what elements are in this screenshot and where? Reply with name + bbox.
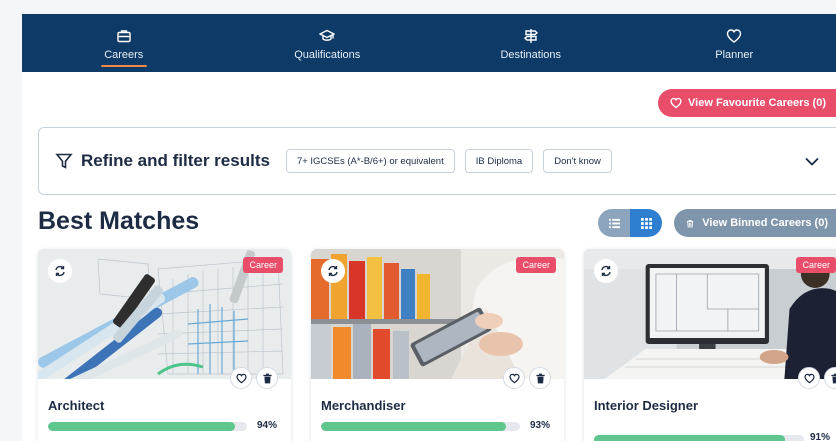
trash-icon xyxy=(535,373,545,383)
nav-tab-planner[interactable]: Planner xyxy=(633,14,836,72)
match-percent: 93% xyxy=(530,420,551,431)
career-badge: Career xyxy=(516,257,556,273)
refresh-icon xyxy=(328,265,338,277)
list-view-button[interactable] xyxy=(598,209,630,237)
card-image: Career xyxy=(584,249,836,379)
nav-tab-label: Qualifications xyxy=(294,48,361,61)
funnel-icon xyxy=(55,153,73,169)
graduation-cap-icon xyxy=(319,29,336,41)
list-icon xyxy=(608,218,620,228)
chevron-down-icon[interactable] xyxy=(803,152,821,170)
match-bar xyxy=(48,422,247,431)
trash-icon xyxy=(262,373,272,383)
match-percent: 91% xyxy=(810,432,831,441)
career-card-architect[interactable]: Career Architect 94% xyxy=(38,249,291,441)
card-title: Interior Designer xyxy=(594,398,699,413)
binned-label: View Binned Careers (0) xyxy=(702,217,828,229)
favourite-button[interactable] xyxy=(798,367,820,389)
nav-tab-careers[interactable]: Careers xyxy=(22,14,226,72)
swap-button[interactable] xyxy=(321,259,345,283)
heart-icon xyxy=(235,373,247,383)
career-badge: Career xyxy=(796,257,836,273)
signpost-icon xyxy=(523,28,538,43)
nav-tab-label: Destinations xyxy=(500,48,562,61)
filter-chip[interactable]: IB Diploma xyxy=(464,149,534,173)
view-toggle xyxy=(598,209,662,237)
swap-button[interactable] xyxy=(48,259,72,283)
filter-title: Refine and filter results xyxy=(81,151,270,170)
trash-icon xyxy=(687,219,694,227)
filter-chip[interactable]: 7+ IGCSEs (A*-B/6+) or equivalent xyxy=(285,149,455,173)
briefcase-icon xyxy=(117,29,131,42)
filter-panel: Refine and filter results 7+ IGCSEs (A*-… xyxy=(38,127,836,195)
nav-tab-label: Careers xyxy=(104,48,144,61)
favourites-label: View Favourite Careers (0) xyxy=(688,97,826,109)
section-title: Best Matches xyxy=(38,207,200,235)
main-nav: Careers Qualifications Destinations Plan… xyxy=(22,14,836,72)
match-bar-fill xyxy=(321,422,507,431)
bin-button[interactable] xyxy=(529,367,551,389)
refresh-icon xyxy=(601,265,611,277)
match-bar xyxy=(321,422,520,431)
refresh-icon xyxy=(55,265,65,277)
heart-icon xyxy=(803,373,815,383)
view-favourite-careers-button[interactable]: View Favourite Careers (0) xyxy=(658,89,836,117)
app-frame: Careers Qualifications Destinations Plan… xyxy=(22,14,836,441)
card-image: Career xyxy=(38,249,291,379)
heart-icon xyxy=(670,97,682,109)
trash-icon xyxy=(830,373,836,383)
favourite-button[interactable] xyxy=(503,367,525,389)
heart-icon xyxy=(508,373,520,383)
card-image: Career xyxy=(311,249,564,379)
view-binned-careers-button[interactable]: View Binned Careers (0) xyxy=(674,209,836,237)
career-card-interior-designer[interactable]: Career Interior Designer 91% xyxy=(584,249,836,441)
grid-icon xyxy=(640,217,652,229)
match-bar-fill xyxy=(48,422,236,431)
nav-tab-qualifications[interactable]: Qualifications xyxy=(226,14,430,72)
favourite-button[interactable] xyxy=(230,367,252,389)
match-bar-fill xyxy=(594,435,786,441)
bin-button[interactable] xyxy=(256,367,278,389)
nav-tab-destinations[interactable]: Destinations xyxy=(429,14,633,72)
card-title: Architect xyxy=(48,398,105,413)
filter-chip[interactable]: Don't know xyxy=(543,149,612,173)
match-bar xyxy=(594,435,804,441)
grid-view-button[interactable] xyxy=(630,209,662,237)
career-badge: Career xyxy=(243,257,283,273)
nav-tab-label: Planner xyxy=(715,48,754,61)
swap-button[interactable] xyxy=(594,259,618,283)
match-percent: 94% xyxy=(257,420,278,431)
heart-icon xyxy=(727,28,742,43)
card-title: Merchandiser xyxy=(321,398,406,413)
bin-button[interactable] xyxy=(824,367,836,389)
career-card-merchandiser[interactable]: Career Merchandiser 93% xyxy=(311,249,564,441)
